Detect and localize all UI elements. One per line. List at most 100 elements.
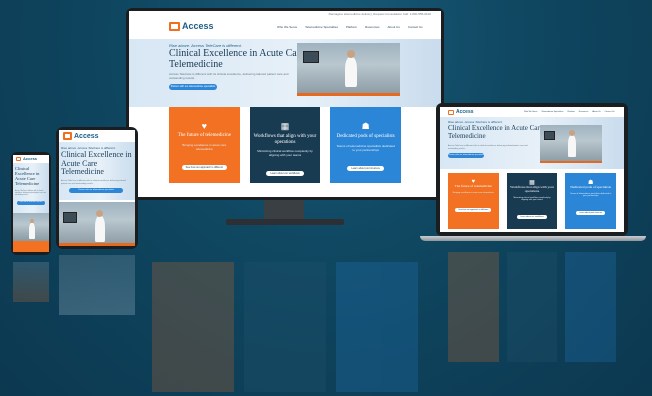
nav-resources[interactable]: Resources <box>365 25 379 29</box>
laptop-nav: Access Who We Serve Telemedicine Special… <box>440 107 624 117</box>
tablet-hero: Rise above. Access TeleCare is different… <box>59 142 135 200</box>
phone-reflection <box>13 262 49 302</box>
desktop-site: Reimagine telemedicine delivery, Request… <box>129 11 441 197</box>
card-pods: ☗ Dedicated pods of specialists Teams of… <box>565 173 617 229</box>
photo-screen <box>63 212 77 223</box>
photo-doctor <box>95 216 105 242</box>
card-body: Teams of telemedicine specialists dedica… <box>570 192 612 197</box>
photo-head <box>30 219 34 223</box>
photo-orange-bar <box>59 243 135 246</box>
photo-doctor <box>345 57 357 87</box>
nav-contact[interactable]: Contact Us <box>408 25 423 29</box>
laptop-hero: Rise above. Access TeleCare is different… <box>440 117 624 169</box>
monitor-reflection <box>142 262 428 392</box>
logo-text: Access <box>456 109 474 115</box>
logo-mark-icon <box>448 109 454 115</box>
card-body: Teams of telemedicine specialists dedica… <box>336 143 395 152</box>
card-future: ♥ The future of telemedicine Bringing ex… <box>448 173 499 229</box>
card-body: Bringing excellence in acute care teleme… <box>452 191 494 194</box>
desktop-cards: ♥ The future of telemedicine Bringing ex… <box>129 107 441 183</box>
hero-photo <box>59 202 135 246</box>
photo-screen <box>544 131 555 140</box>
nav-about[interactable]: About Us <box>388 25 400 29</box>
hero-photo <box>540 125 602 163</box>
photo-orange-bar <box>540 161 602 163</box>
phone-hero: Clinical Excellence in Acute Care Teleme… <box>13 163 49 213</box>
photo-doctor <box>568 135 576 157</box>
card-button[interactable]: Learn about pod structure <box>576 210 606 215</box>
card-title: Dedicated pods of specialists <box>570 185 612 189</box>
hero-title: Clinical Excellence in Acute Care Teleme… <box>448 124 543 140</box>
photo-head <box>96 210 103 217</box>
logo-mark-icon <box>63 132 72 140</box>
card-body: Minimizing clinical workflow complexity … <box>257 149 313 157</box>
logo-text: Access <box>182 21 214 31</box>
nav-specialties[interactable]: Telemedicine Specialties <box>305 25 338 29</box>
heart-pulse-icon: ♥ <box>201 121 207 131</box>
hero-cta-button[interactable]: Partner with our telemedicine specialist… <box>17 201 45 205</box>
nav-specialties[interactable]: Telemedicine Specialties <box>541 111 563 113</box>
hero-photo <box>297 43 400 96</box>
photo-screen <box>303 51 319 63</box>
card-workflows: ▦ Workflows that align with your operati… <box>506 173 558 229</box>
logo-text: Access <box>23 156 38 161</box>
card-body: Bringing excellence in acute care teleme… <box>182 142 227 151</box>
tablet-reflection <box>59 255 135 315</box>
desktop-logo[interactable]: Access <box>169 21 214 31</box>
nav-resources[interactable]: Resources <box>579 111 589 113</box>
monitor-stand <box>264 200 304 220</box>
desktop-hero: Rise above. Access TeleCare is different… <box>129 39 441 107</box>
puzzle-icon: ▦ <box>280 121 290 131</box>
tablet-logo[interactable]: Access <box>63 132 99 140</box>
nav-who-we-serve[interactable]: Who We Serve <box>524 111 537 113</box>
nav-platform[interactable]: Platform <box>346 25 357 29</box>
hero-title: Clinical Excellence in Acute Care Teleme… <box>61 150 132 177</box>
photo-doctor <box>29 223 35 239</box>
phone-site: Access Clinical Excellence in Acute Care… <box>13 155 49 252</box>
nav-platform[interactable]: Platform <box>567 111 574 113</box>
monitor-base <box>226 219 344 225</box>
photo-orange-bar <box>297 93 400 96</box>
desktop-nav-links: Who We Serve Telemedicine Specialties Pl… <box>277 25 423 29</box>
card-title: Dedicated pods of specialists <box>336 134 395 139</box>
desktop-nav: Access Who We Serve Telemedicine Special… <box>129 17 441 39</box>
hero-photo <box>13 213 49 241</box>
card-button[interactable]: Learn about pod structure <box>347 165 384 171</box>
hero-title: Clinical Excellence in Acute Care Teleme… <box>15 166 40 186</box>
card-button[interactable]: Learn about our workflows <box>517 214 547 219</box>
laptop-cards: ♥ The future of telemedicine Bringing ex… <box>440 169 624 229</box>
hero-description: Access TeleCare is different with its cl… <box>448 145 528 150</box>
logo-mark-icon <box>16 156 21 161</box>
hero-cta-button[interactable]: Partner with our telemedicine specialist… <box>69 188 123 193</box>
logo-mark-icon <box>169 21 180 31</box>
nav-about[interactable]: About Us <box>592 111 600 113</box>
card-title: Workflows that align with your operation… <box>253 134 317 145</box>
hero-description: Access TeleCare is different with its cl… <box>15 191 46 196</box>
card-button[interactable]: Learn about our workflows <box>266 171 304 176</box>
card-title: Workflows that align with your operation… <box>510 185 554 193</box>
card-body: Minimizing clinical workflow complexity … <box>513 196 551 201</box>
card-button[interactable]: See how our approach is different <box>181 164 227 170</box>
card-future: ♥ The future of telemedicine Bringing ex… <box>169 107 240 183</box>
tablet-nav: Access <box>59 130 135 142</box>
card-title: The future of telemedicine <box>454 184 492 188</box>
card-workflows: ▦ Workflows that align with your operati… <box>249 107 321 183</box>
photo-head <box>347 50 355 58</box>
hero-cta-button[interactable]: Partner with our telemedicine specialist… <box>448 153 484 158</box>
nav-who-we-serve[interactable]: Who We Serve <box>277 25 297 29</box>
nav-contact[interactable]: Contact Us <box>605 111 615 113</box>
phone-logo[interactable]: Access <box>16 156 37 161</box>
card-button[interactable]: See how our approach is different <box>455 207 492 212</box>
card-pods: ☗ Dedicated pods of specialists Teams of… <box>330 107 402 183</box>
phone-card-orange <box>13 241 49 252</box>
photo-head <box>569 130 575 136</box>
hero-cta-button[interactable]: Partner with our telemedicine specialist… <box>169 84 217 90</box>
phone-nav: Access <box>13 155 49 163</box>
hero-description: Access TeleCare is different with its cl… <box>61 180 126 185</box>
laptop-base <box>420 236 646 241</box>
laptop-logo[interactable]: Access <box>448 109 474 115</box>
hero-description: Access TeleCare is different with its cl… <box>169 72 289 80</box>
laptop-site: Access Who We Serve Telemedicine Special… <box>440 107 624 232</box>
laptop-reflection <box>440 252 624 362</box>
laptop-nav-links: Who We Serve Telemedicine Specialties Pl… <box>524 111 614 113</box>
